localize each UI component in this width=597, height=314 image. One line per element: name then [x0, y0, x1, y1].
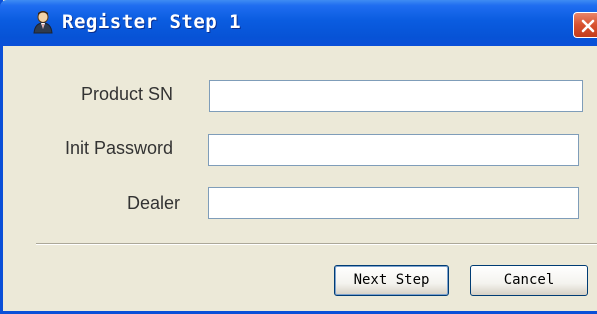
- user-icon: [32, 10, 54, 34]
- init-password-label: Init Password: [65, 138, 174, 158]
- close-button[interactable]: [573, 12, 597, 38]
- product-sn-label: Product SN: [81, 84, 174, 104]
- close-icon: [581, 19, 595, 33]
- next-step-button[interactable]: Next Step: [334, 265, 449, 296]
- dealer-label: Dealer: [127, 193, 181, 213]
- cancel-button[interactable]: Cancel: [470, 265, 588, 296]
- dealer-input[interactable]: [208, 187, 579, 219]
- title-bar[interactable]: Register Step 1: [0, 0, 597, 46]
- product-sn-input[interactable]: [209, 80, 583, 112]
- register-dialog: Register Step 1 Product SN Init Password…: [0, 0, 597, 314]
- init-password-input[interactable]: [208, 134, 579, 166]
- window-title: Register Step 1: [62, 11, 242, 33]
- footer-separator: [36, 243, 597, 245]
